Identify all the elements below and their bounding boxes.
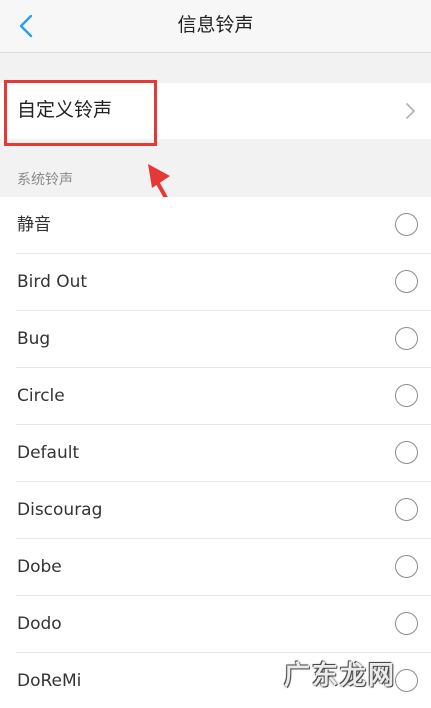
radio-unchecked-icon[interactable]: [395, 213, 418, 236]
ringtone-list: 静音 Bird Out Bug Circle Default Discourag…: [0, 197, 431, 708]
ringtone-item-doremi[interactable]: DoReMi: [0, 653, 431, 708]
ringtone-label: DoReMi: [17, 671, 82, 691]
custom-ringtone-label: 自定义铃声: [17, 99, 113, 121]
top-bar: 信息铃声: [0, 0, 431, 53]
ringtone-label: Bird Out: [17, 272, 88, 292]
ringtone-label: Circle: [17, 386, 65, 406]
radio-unchecked-icon[interactable]: [395, 327, 418, 350]
ringtone-item-bug[interactable]: Bug: [0, 311, 431, 368]
radio-unchecked-icon[interactable]: [395, 270, 418, 293]
ringtone-label: 静音: [17, 215, 51, 235]
radio-unchecked-icon[interactable]: [395, 612, 418, 635]
page-title: 信息铃声: [177, 14, 254, 36]
radio-unchecked-icon[interactable]: [395, 555, 418, 578]
ringtone-label: Dobe: [17, 557, 62, 577]
ringtone-item-discourag[interactable]: Discourag: [0, 482, 431, 539]
ringtone-item-bird-out[interactable]: Bird Out: [0, 254, 431, 311]
ringtone-label: Default: [17, 443, 80, 463]
chevron-right-icon: [406, 103, 415, 119]
ringtone-item-dobe[interactable]: Dobe: [0, 539, 431, 596]
ringtone-label: Dodo: [17, 614, 62, 634]
ringtone-item-circle[interactable]: Circle: [0, 368, 431, 425]
ringtone-item-dodo[interactable]: Dodo: [0, 596, 431, 653]
radio-unchecked-icon[interactable]: [395, 441, 418, 464]
custom-ringtone-item[interactable]: 自定义铃声: [0, 83, 431, 139]
ringtone-label: Bug: [17, 329, 51, 349]
radio-unchecked-icon[interactable]: [395, 669, 418, 692]
ringtone-label: Discourag: [17, 500, 103, 520]
ringtone-item-mute[interactable]: 静音: [0, 197, 431, 254]
ringtone-item-default[interactable]: Default: [0, 425, 431, 482]
radio-unchecked-icon[interactable]: [395, 384, 418, 407]
section-header-system-ringtones: 系统铃声: [17, 172, 73, 188]
radio-unchecked-icon[interactable]: [395, 498, 418, 521]
